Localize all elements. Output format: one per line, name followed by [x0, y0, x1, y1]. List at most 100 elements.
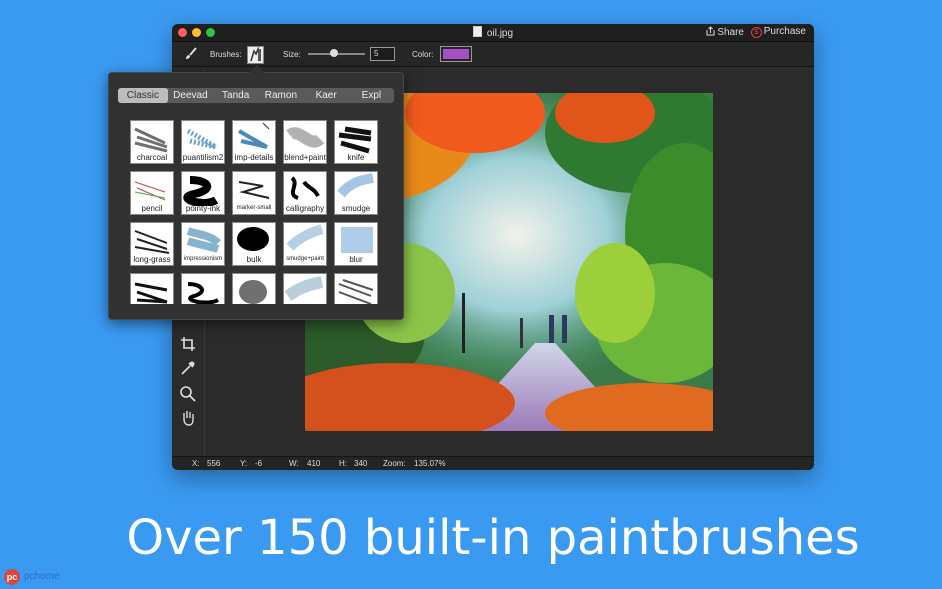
- marker-small-stroke-icon: [238, 181, 270, 199]
- promo-caption: Over 150 built-in paintbrushes: [126, 510, 860, 566]
- brush-tile-item-16[interactable]: [181, 273, 225, 304]
- brush-tile-puantilism2[interactable]: puantilism2: [181, 120, 225, 164]
- hand-icon[interactable]: [179, 409, 197, 427]
- smudge-paint-stroke-icon: [286, 224, 324, 251]
- dollar-icon: $: [750, 27, 762, 38]
- tab-expl[interactable]: Expl: [349, 88, 394, 103]
- h-value: 340: [354, 459, 368, 468]
- brush-tile-item-18[interactable]: [283, 273, 327, 304]
- brush-tile-long-grass[interactable]: long-grass: [130, 222, 174, 266]
- brush-tile-item-19[interactable]: [334, 273, 378, 304]
- brushes-label: Brushes:: [210, 50, 242, 59]
- brush-grid: charcoal puantilism2 imp-details blend+pain…: [130, 120, 380, 304]
- hatch-stroke-icon: [338, 279, 374, 304]
- crop-icon[interactable]: [179, 335, 197, 353]
- zoom-icon[interactable]: [179, 385, 197, 403]
- tab-deevad[interactable]: Deevad: [168, 88, 213, 103]
- document-icon: [472, 26, 482, 37]
- brush-label: calligraphy: [285, 204, 325, 213]
- eyedropper-icon[interactable]: [179, 359, 197, 377]
- brush-label: smudge+paint: [286, 256, 324, 262]
- tab-ramon[interactable]: Ramon: [258, 88, 303, 103]
- y-label: Y:: [240, 459, 248, 468]
- popover-arrow: [249, 65, 265, 73]
- charcoal-stroke-icon: [134, 127, 168, 153]
- brush-tile-blur[interactable]: blur: [334, 222, 378, 266]
- blend-paint-stroke-icon: [286, 127, 325, 148]
- brush-tile-impressionism[interactable]: impressionism: [181, 222, 225, 266]
- brush-tile-bulk[interactable]: bulk: [232, 222, 276, 266]
- pencil-stroke-icon: [134, 181, 166, 201]
- brush-tile-blend+paint[interactable]: blend+paint: [283, 120, 327, 164]
- knife-stroke-icon: [338, 126, 372, 154]
- share-icon: [706, 26, 715, 36]
- brush-label: bulk: [246, 255, 262, 264]
- brush-tile-charcoal[interactable]: charcoal: [130, 120, 174, 164]
- color-fill: [443, 49, 469, 59]
- size-input[interactable]: 5: [370, 47, 395, 61]
- tab-classic[interactable]: Classic: [118, 88, 168, 103]
- y-value: -6: [255, 459, 263, 468]
- w-value: 410: [307, 459, 321, 468]
- pointy-ink-stroke-icon: [183, 176, 219, 206]
- share-label: Share: [717, 27, 744, 38]
- brush-tile-smudge[interactable]: smudge: [334, 171, 378, 215]
- blur-stroke-icon: [341, 227, 373, 253]
- paintbrush-icon[interactable]: [184, 47, 198, 61]
- purchase-button[interactable]: $ Purchase: [750, 26, 806, 38]
- brush-label: impressionism: [183, 256, 223, 262]
- brush-popover: Classic Deevad Tanda Ramon Kaer Expl cha…: [108, 65, 404, 320]
- brush-label: knife: [347, 153, 365, 162]
- brush-tile-knife[interactable]: knife: [334, 120, 378, 164]
- size-slider-knob[interactable]: [329, 49, 338, 57]
- brush-label: pointy-ink: [185, 204, 221, 213]
- watermark-logo: pc: [4, 569, 20, 585]
- toolbar: Brushes: Size: 5 Color:: [172, 42, 814, 67]
- x-label: X:: [192, 459, 200, 468]
- brush-selector[interactable]: [247, 46, 264, 64]
- calligraphy-stroke-icon: [290, 176, 320, 200]
- share-button[interactable]: Share: [706, 26, 744, 38]
- brush-label: blur: [349, 255, 363, 264]
- impressionism-stroke-icon: [186, 227, 221, 253]
- smudge-stroke-icon: [337, 173, 374, 198]
- tab-tanda[interactable]: Tanda: [213, 88, 258, 103]
- x-value: 556: [207, 459, 221, 468]
- bulk-stroke-icon: [237, 227, 269, 251]
- brush-label: pencil: [141, 204, 163, 213]
- brush-tile-item-15[interactable]: [130, 273, 174, 304]
- brush-label: blend+paint: [284, 153, 326, 162]
- size-label: Size:: [283, 50, 301, 59]
- brush-tile-calligraphy[interactable]: calligraphy: [283, 171, 327, 215]
- w-label: W:: [289, 459, 299, 468]
- color-swatch[interactable]: [440, 46, 472, 62]
- brush-label: puantilism2: [182, 153, 224, 162]
- watermark-text: pchome: [24, 571, 60, 582]
- color-label: Color:: [412, 50, 434, 59]
- brush-label: long-grass: [133, 255, 171, 264]
- brush-label: charcoal: [136, 153, 168, 162]
- brush-tile-imp-details[interactable]: imp-details: [232, 120, 276, 164]
- brush-tile-pointy-ink[interactable]: pointy-ink: [181, 171, 225, 215]
- grass-dark-stroke-icon: [134, 282, 168, 304]
- brush-tile-marker-small[interactable]: marker-small: [232, 171, 276, 215]
- h-label: H:: [339, 459, 347, 468]
- brush-tile-item-17[interactable]: [232, 273, 276, 304]
- brush-label: smudge: [341, 204, 371, 213]
- long-grass-stroke-icon: [134, 230, 170, 254]
- brush-label: marker-small: [236, 205, 272, 211]
- scribble-stroke-icon: [187, 282, 220, 304]
- purchase-label: Purchase: [763, 26, 806, 37]
- status-bar: X: 556 Y: -6 W: 410 H: 340 Zoom: 135.07%: [172, 456, 814, 470]
- size-slider[interactable]: [308, 49, 365, 57]
- brush-tile-smudge+paint[interactable]: smudge+paint: [283, 222, 327, 266]
- tab-kaer[interactable]: Kaer: [304, 88, 349, 103]
- title-bar: oil.jpg Share $ Purchase: [172, 24, 814, 42]
- brush-preview-icon: [250, 46, 261, 62]
- soft-dark-stroke-icon: [239, 280, 267, 304]
- brush-label: imp-details: [234, 153, 274, 162]
- brush-tile-pencil[interactable]: pencil: [130, 171, 174, 215]
- zoom-label: Zoom:: [383, 459, 406, 468]
- imp-details-stroke-icon: [238, 122, 270, 149]
- zoom-value: 135.07%: [414, 459, 446, 468]
